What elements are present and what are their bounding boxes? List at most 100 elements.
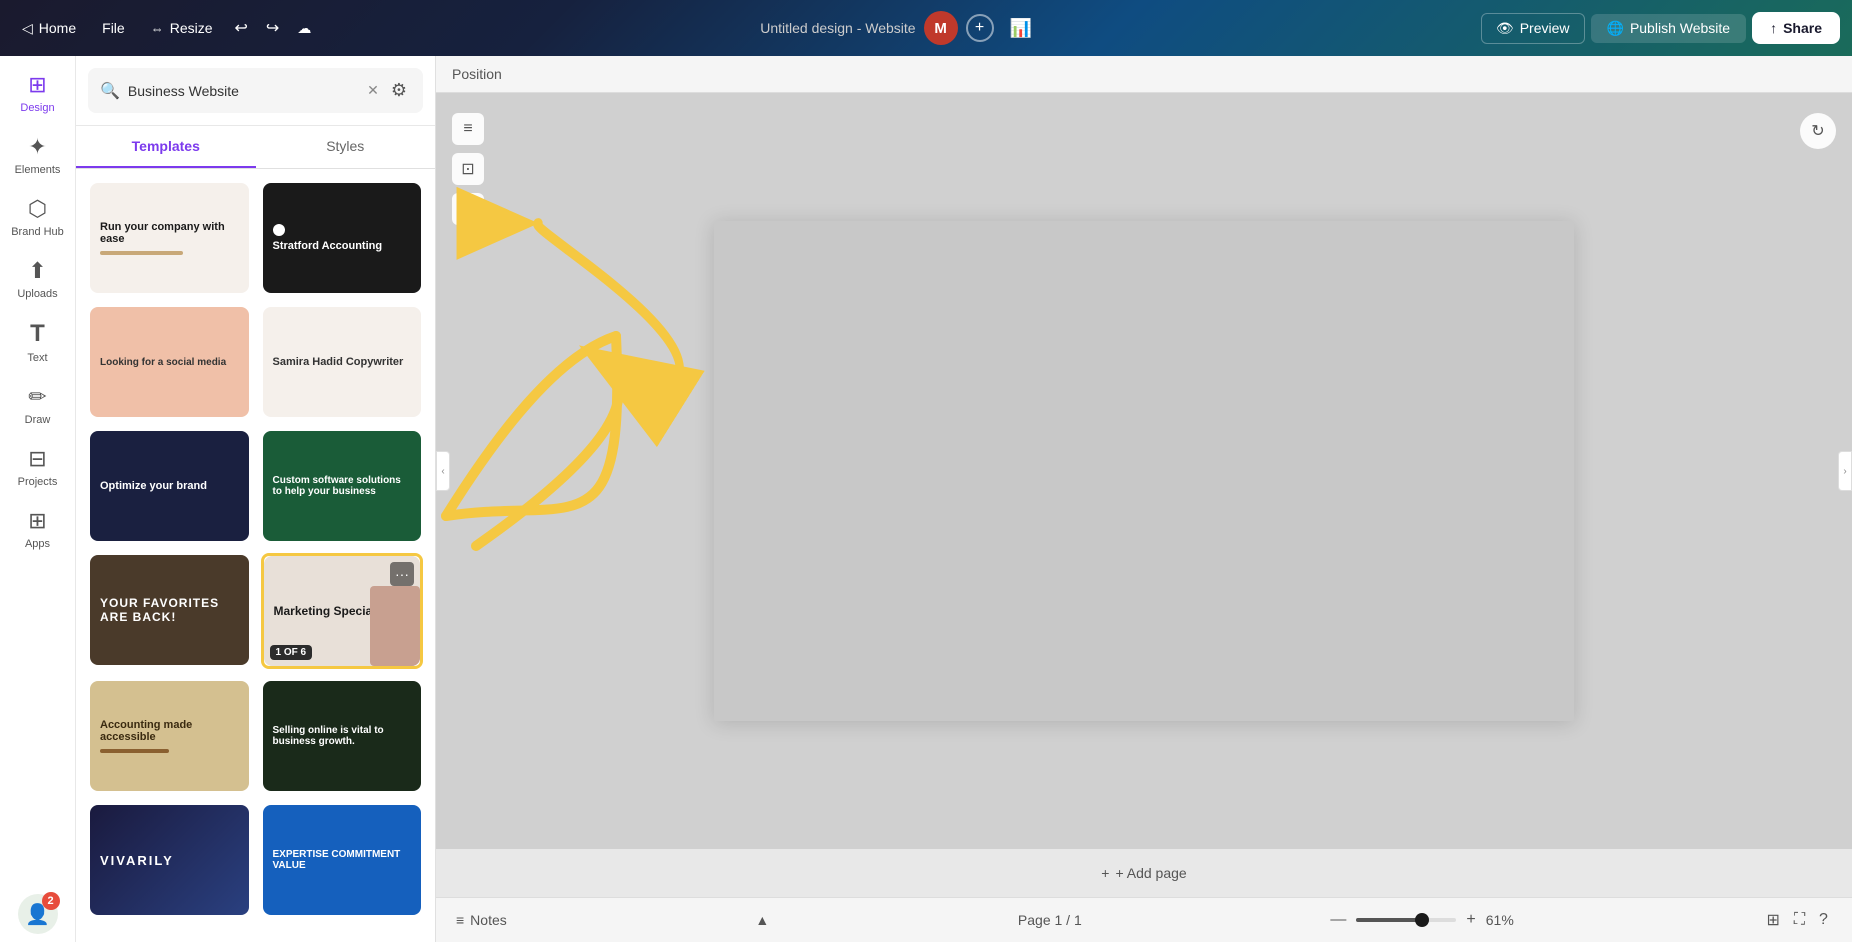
sidebar-item-design[interactable]: ⊞ Design (4, 64, 72, 122)
uploads-icon: ⬆ (28, 258, 46, 284)
template-title-6: Custom software solutions to help your b… (273, 475, 412, 497)
template-card-8[interactable]: ··· Marketing Specialist 1 OF 6 (261, 553, 424, 669)
search-input[interactable] (128, 83, 359, 99)
clear-search-button[interactable]: ✕ (367, 82, 379, 99)
sidebar-label-uploads: Uploads (17, 288, 57, 300)
template-title-12: EXPERTISE COMMITMENT VALUE (273, 849, 412, 871)
search-icon: 🔍 (100, 81, 120, 101)
template-title-10: Selling online is vital to business grow… (273, 725, 412, 747)
template-title-2: Stratford Accounting (273, 240, 412, 252)
template-card-12[interactable]: EXPERTISE COMMITMENT VALUE (261, 803, 424, 917)
notes-button[interactable]: ≡ Notes (456, 912, 507, 928)
canvas-add-tool[interactable]: ⊕ (452, 193, 484, 225)
redo-button[interactable]: ↪ (258, 12, 287, 44)
sidebar-item-brand-hub[interactable]: ⬡ Brand Hub (4, 188, 72, 246)
text-icon: T (30, 320, 45, 348)
zoom-out-button[interactable]: — (1330, 911, 1346, 929)
add-page-icon: + (1101, 865, 1109, 881)
template-card-7[interactable]: YOUR FAVORITES ARE BACK! (88, 553, 251, 669)
sidebar-item-elements[interactable]: ✦ Elements (4, 126, 72, 184)
sidebar-label-projects: Projects (18, 476, 58, 488)
add-collaborator-button[interactable]: + (966, 14, 994, 42)
canvas-copy-tool[interactable]: ⊡ (452, 153, 484, 185)
canvas-header: Position (436, 56, 1852, 93)
sidebar-label-apps: Apps (25, 538, 50, 550)
share-button[interactable]: ↑ Share (1752, 12, 1840, 44)
file-button[interactable]: File (90, 14, 137, 42)
template-title-1: Run your company with ease (100, 221, 239, 245)
preview-button[interactable]: 👁 Preview (1481, 13, 1585, 44)
sidebar-item-apps[interactable]: ⊞ Apps (4, 500, 72, 558)
left-sidebar: ⊞ Design ✦ Elements ⬡ Brand Hub ⬆ Upload… (0, 56, 76, 942)
template-card-4[interactable]: Samira Hadid Copywriter (261, 305, 424, 419)
undo-button[interactable]: ↩ (227, 12, 256, 44)
home-label: Home (39, 20, 76, 36)
notes-label: Notes (470, 912, 507, 928)
view-buttons: ⊞ ⛶ ? (1762, 906, 1832, 934)
sidebar-item-uploads[interactable]: ⬆ Uploads (4, 250, 72, 308)
canvas-main[interactable]: ≡ ⊡ ⊕ ↻ (436, 93, 1852, 849)
right-panel-collapse-button[interactable]: › (1838, 451, 1852, 491)
page-nav-controls: ▲ (755, 912, 769, 928)
share-label: Share (1783, 20, 1822, 36)
tab-templates[interactable]: Templates (76, 126, 256, 168)
resize-label: Resize (170, 20, 213, 36)
top-bar: ◁ Home File ⇔ Resize ↩ ↪ ☁ Untitled desi… (0, 0, 1852, 56)
canvas-align-tool[interactable]: ≡ (452, 113, 484, 145)
search-box: 🔍 ✕ ⚙ (88, 68, 423, 113)
template-more-button[interactable]: ··· (390, 562, 414, 586)
undo-redo-group: ↩ ↪ ☁ (227, 12, 320, 44)
panel-collapse-button[interactable]: ‹ (436, 451, 450, 491)
zoom-label: 61% (1486, 912, 1514, 928)
sidebar-label-draw: Draw (25, 414, 51, 426)
cloud-save-button[interactable]: ☁ (289, 12, 319, 44)
grid-view-button[interactable]: ⊞ (1762, 906, 1783, 934)
resize-button[interactable]: ⇔ Resize (141, 14, 223, 42)
template-card-10[interactable]: Selling online is vital to business grow… (261, 679, 424, 793)
home-button[interactable]: ◁ Home (12, 14, 86, 43)
zoom-slider-track[interactable] (1356, 918, 1456, 922)
top-bar-center: Untitled design - Website M + 📊 (327, 11, 1473, 45)
template-card-1[interactable]: Run your company with ease (88, 181, 251, 295)
template-card-3[interactable]: Looking for a social media (88, 305, 251, 419)
sidebar-label-design: Design (20, 102, 54, 114)
design-title: Untitled design - Website (760, 20, 915, 36)
sidebar-item-text[interactable]: T Text (4, 312, 72, 372)
template-person-image (370, 586, 420, 666)
canvas-page (714, 221, 1574, 721)
help-button[interactable]: ? (1815, 906, 1832, 934)
sidebar-label-text: Text (27, 352, 47, 364)
template-title-5: Optimize your brand (100, 480, 239, 492)
zoom-in-button[interactable]: + (1466, 911, 1475, 929)
panel-search-area: 🔍 ✕ ⚙ (76, 56, 435, 126)
filter-button[interactable]: ⚙ (387, 76, 411, 105)
notes-icon: ≡ (456, 912, 464, 928)
canvas-refresh-button[interactable]: ↻ (1800, 113, 1836, 149)
position-label: Position (452, 66, 502, 82)
template-card-5[interactable]: Optimize your brand (88, 429, 251, 543)
template-card-11[interactable]: VIVARILY (88, 803, 251, 917)
user-profile-button[interactable]: 👤 2 (18, 894, 58, 934)
template-title-4: Samira Hadid Copywriter (273, 356, 412, 368)
design-icon: ⊞ (28, 72, 46, 98)
notification-badge: 2 (42, 892, 60, 910)
page-nav-up[interactable]: ▲ (755, 912, 769, 928)
sidebar-item-draw[interactable]: ✏ Draw (4, 376, 72, 434)
template-badge: 1 OF 6 (270, 645, 313, 660)
sidebar-label-elements: Elements (15, 164, 61, 176)
canvas-area: Position ≡ ⊡ ⊕ ↻ (436, 56, 1852, 942)
add-page-bar[interactable]: + + Add page (436, 849, 1852, 897)
user-avatar[interactable]: M (924, 11, 958, 45)
panel: 🔍 ✕ ⚙ Templates Styles Run your company … (76, 56, 436, 942)
template-card-6[interactable]: Custom software solutions to help your b… (261, 429, 424, 543)
publish-button[interactable]: 🌐 Publish Website (1591, 14, 1747, 43)
bottom-bar: ≡ Notes ▲ Page 1 / 1 — + 61% ⊞ ⛶ ? (436, 897, 1852, 942)
tab-styles[interactable]: Styles (256, 126, 436, 168)
fullscreen-button[interactable]: ⛶ (1790, 906, 1809, 934)
analytics-button[interactable]: 📊 (1002, 12, 1040, 45)
template-card-9[interactable]: Accounting made accessible (88, 679, 251, 793)
template-card-2[interactable]: Stratford Accounting (261, 181, 424, 295)
zoom-slider-thumb[interactable] (1415, 913, 1429, 927)
sidebar-item-projects[interactable]: ⊟ Projects (4, 438, 72, 496)
sidebar-label-brand-hub: Brand Hub (11, 226, 64, 238)
